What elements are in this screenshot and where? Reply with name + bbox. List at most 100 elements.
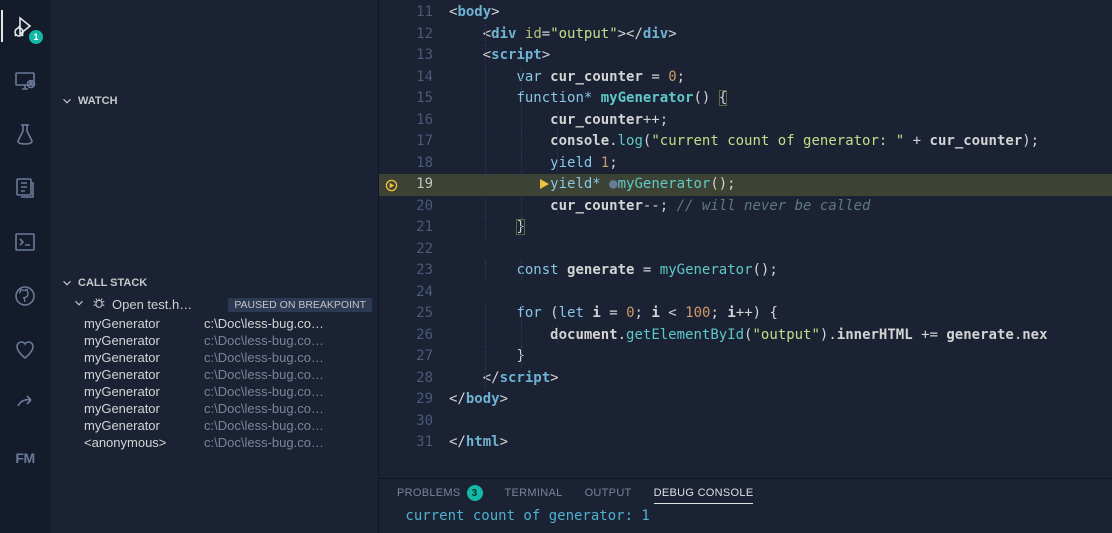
code-editor[interactable]: 1112131415161718192021222324252627282930…: [379, 0, 1112, 478]
line-number: 17: [379, 131, 433, 153]
frame-function: myGenerator: [84, 316, 194, 331]
code-line[interactable]: }: [449, 346, 1112, 368]
frame-function: myGenerator: [84, 418, 194, 433]
frame-path: c:\Doc\less-bug.co…: [204, 384, 370, 399]
bug-icon: [92, 296, 106, 313]
tab-debug-console[interactable]: DEBUG CONSOLE: [654, 487, 754, 504]
frame-path: c:\Doc\less-bug.co…: [204, 418, 370, 433]
line-number: 22: [379, 239, 433, 261]
callstack-frame[interactable]: myGenerator c:\Doc\less-bug.co…: [50, 417, 378, 434]
code-line[interactable]: </body>: [449, 389, 1112, 411]
callstack-frame[interactable]: myGenerator c:\Doc\less-bug.co…: [50, 366, 378, 383]
activity-github-icon[interactable]: [1, 278, 49, 314]
code-line[interactable]: yield 1;: [449, 153, 1112, 175]
watch-section-label: WATCH: [78, 95, 118, 107]
activity-fm-icon[interactable]: FM: [1, 440, 49, 476]
code-line[interactable]: [449, 411, 1112, 433]
line-number: 31: [379, 432, 433, 454]
execution-pointer-icon: [537, 177, 551, 191]
line-number-gutter: 1112131415161718192021222324252627282930…: [379, 0, 449, 478]
activity-remote-explorer-icon[interactable]: [1, 62, 49, 98]
debug-sidebar: WATCH CALL STACK Open test.h… PAUSED ON …: [50, 0, 378, 533]
thread-name: Open test.h…: [112, 297, 192, 312]
callstack-frame[interactable]: myGenerator c:\Doc\less-bug.co…: [50, 332, 378, 349]
line-number: 20: [379, 196, 433, 218]
frame-function: <anonymous>: [84, 435, 194, 450]
line-number: 24: [379, 282, 433, 304]
watch-section-header[interactable]: WATCH: [50, 90, 378, 112]
frame-path: c:\Doc\less-bug.co…: [204, 435, 370, 450]
tab-output-label: OUTPUT: [585, 487, 632, 499]
line-number: 11: [379, 2, 433, 24]
line-number: 15: [379, 88, 433, 110]
callstack-frame[interactable]: myGenerator c:\Doc\less-bug.co…: [50, 349, 378, 366]
callstack-frame[interactable]: myGenerator c:\Doc\less-bug.co…: [50, 400, 378, 417]
frame-function: myGenerator: [84, 350, 194, 365]
callstack-section-header[interactable]: CALL STACK: [50, 272, 378, 294]
code-line[interactable]: const generate = myGenerator();: [449, 260, 1112, 282]
code-line[interactable]: [449, 239, 1112, 261]
frame-path: c:\Doc\less-bug.co…: [204, 350, 370, 365]
frame-function: myGenerator: [84, 333, 194, 348]
run-debug-badge: 1: [29, 30, 43, 44]
code-line[interactable]: [449, 282, 1112, 304]
line-number: 28: [379, 368, 433, 390]
callstack-thread-row[interactable]: Open test.h… PAUSED ON BREAKPOINT: [50, 294, 378, 315]
callstack-frame[interactable]: myGenerator c:\Doc\less-bug.co…: [50, 315, 378, 332]
code-line[interactable]: var cur_counter = 0;: [449, 67, 1112, 89]
code-line[interactable]: document.getElementById("output").innerH…: [449, 325, 1112, 347]
code-area[interactable]: <body> <div id="output"></div> <script> …: [449, 0, 1112, 478]
code-line[interactable]: cur_counter++;: [449, 110, 1112, 132]
frame-function: myGenerator: [84, 367, 194, 382]
code-line[interactable]: <div id="output"></div>: [449, 24, 1112, 46]
tab-terminal-label: TERMINAL: [505, 487, 563, 499]
callstack-section-label: CALL STACK: [78, 277, 147, 289]
code-line[interactable]: <body>: [449, 2, 1112, 24]
line-number: 23: [379, 260, 433, 282]
code-line[interactable]: </html>: [449, 432, 1112, 454]
line-number: 21: [379, 217, 433, 239]
code-line[interactable]: </script>: [449, 368, 1112, 390]
problems-badge: 3: [467, 485, 483, 501]
activity-share-icon[interactable]: [1, 386, 49, 422]
bottom-panel: PROBLEMS 3 TERMINAL OUTPUT DEBUG CONSOLE…: [379, 478, 1112, 533]
line-number: 18: [379, 153, 433, 175]
activity-run-debug-icon[interactable]: 1: [1, 8, 49, 44]
line-number: 14: [379, 67, 433, 89]
line-number: 26: [379, 325, 433, 347]
code-line[interactable]: for (let i = 0; i < 100; i++) {: [449, 303, 1112, 325]
chevron-down-icon: [60, 276, 74, 290]
line-number: 12: [379, 24, 433, 46]
tab-output[interactable]: OUTPUT: [585, 487, 632, 499]
frame-path: c:\Doc\less-bug.co…: [204, 367, 370, 382]
activity-references-icon[interactable]: [1, 170, 49, 206]
chevron-down-icon: [72, 296, 86, 313]
activity-terminal-icon[interactable]: [1, 224, 49, 260]
code-line[interactable]: yield* ●myGenerator();: [449, 174, 1112, 196]
activity-testing-icon[interactable]: [1, 116, 49, 152]
frame-path: c:\Doc\less-bug.co…: [204, 333, 370, 348]
line-number: 30: [379, 411, 433, 433]
line-number: 19: [379, 174, 433, 196]
code-line[interactable]: }: [449, 217, 1112, 239]
tab-problems[interactable]: PROBLEMS 3: [397, 485, 483, 501]
line-number: 16: [379, 110, 433, 132]
tab-problems-label: PROBLEMS: [397, 487, 461, 499]
activity-bar: 1: [0, 0, 50, 533]
paused-badge: PAUSED ON BREAKPOINT: [228, 298, 372, 312]
code-line[interactable]: <script>: [449, 45, 1112, 67]
frame-function: myGenerator: [84, 384, 194, 399]
debug-console-output[interactable]: current count of generator: 1: [379, 506, 1112, 526]
frame-path: c:\Doc\less-bug.co…: [204, 401, 370, 416]
frame-function: myGenerator: [84, 401, 194, 416]
code-line[interactable]: function* myGenerator() {: [449, 88, 1112, 110]
callstack-frame[interactable]: myGenerator c:\Doc\less-bug.co…: [50, 383, 378, 400]
frame-path: c:\Doc\less-bug.co…: [204, 316, 370, 331]
tab-debug-console-label: DEBUG CONSOLE: [654, 487, 754, 499]
tab-terminal[interactable]: TERMINAL: [505, 487, 563, 499]
code-line[interactable]: cur_counter--; // will never be called: [449, 196, 1112, 218]
code-line[interactable]: console.log("current count of generator:…: [449, 131, 1112, 153]
activity-favorites-icon[interactable]: [1, 332, 49, 368]
chevron-down-icon: [60, 94, 74, 108]
callstack-frame[interactable]: <anonymous> c:\Doc\less-bug.co…: [50, 434, 378, 451]
